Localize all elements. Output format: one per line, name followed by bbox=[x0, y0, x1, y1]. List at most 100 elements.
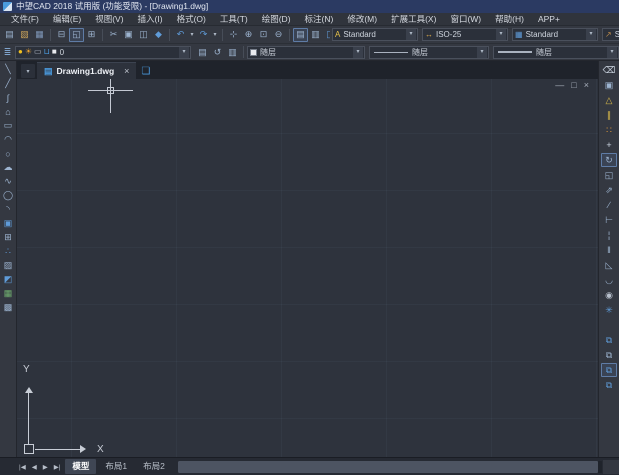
document-list-caret[interactable]: ▾ bbox=[21, 64, 35, 78]
divider[interactable] bbox=[222, 29, 223, 41]
undo-dropdown-caret[interactable]: ▾ bbox=[188, 28, 196, 42]
undo-icon[interactable]: ↶ bbox=[173, 28, 188, 42]
menu-window[interactable]: 窗口(W) bbox=[443, 13, 488, 25]
prev-layout-button[interactable]: ◀ bbox=[29, 463, 40, 471]
doc-close-button[interactable]: × bbox=[584, 80, 589, 91]
make-object-layer-current-icon[interactable]: ▤ bbox=[195, 45, 210, 59]
tab-close-icon[interactable]: × bbox=[124, 66, 129, 76]
draworder-send-under-icon[interactable]: ⧉ bbox=[601, 348, 617, 362]
zoom-window-icon[interactable]: ⊡ bbox=[256, 28, 271, 42]
copy-icon[interactable]: ▣ bbox=[601, 78, 617, 92]
quick-select-icon[interactable]: ▥ bbox=[308, 28, 323, 42]
copy-clip-icon[interactable]: ▣ bbox=[121, 28, 136, 42]
horizontal-scrollbar[interactable] bbox=[178, 461, 602, 473]
mtext-icon[interactable]: ▩ bbox=[1, 301, 15, 314]
dropdown-caret[interactable]: ▾ bbox=[586, 29, 596, 40]
first-layout-button[interactable]: |◀ bbox=[16, 463, 29, 471]
menu-draw[interactable]: 绘图(D) bbox=[255, 13, 298, 25]
erase-icon[interactable]: ⌫ bbox=[601, 63, 617, 77]
explode-icon[interactable]: ✳ bbox=[601, 303, 617, 317]
save-icon[interactable]: ▦ bbox=[32, 28, 47, 42]
layer-previous-icon[interactable]: ↺ bbox=[210, 45, 225, 59]
point-icon[interactable]: ∴ bbox=[1, 245, 15, 258]
layer-freeze-sun-icon[interactable]: ☀ bbox=[25, 47, 32, 57]
join-icon[interactable]: ◉ bbox=[601, 288, 617, 302]
mirror-icon[interactable]: △ bbox=[601, 93, 617, 107]
polygon-icon[interactable]: ⌂ bbox=[1, 105, 15, 118]
divider[interactable] bbox=[102, 29, 103, 41]
doc-restore-button[interactable]: □ bbox=[571, 80, 576, 91]
doc-tab-drawing1[interactable]: ▤ Drawing1.dwg × bbox=[37, 62, 136, 79]
menu-express-tools[interactable]: 扩展工具(X) bbox=[384, 13, 443, 25]
revision-cloud-icon[interactable]: ☁ bbox=[1, 161, 15, 174]
menu-file[interactable]: 文件(F) bbox=[4, 13, 46, 25]
layer-properties-palette-icon[interactable]: ▤ bbox=[293, 28, 308, 42]
text-style-select[interactable]: A Standard ▾ bbox=[332, 28, 418, 41]
layer-lock-icon[interactable]: ⊔ bbox=[44, 47, 50, 57]
layer-states-manager-icon[interactable]: ▥ bbox=[225, 45, 240, 59]
offset-icon[interactable]: ∥ bbox=[601, 108, 617, 122]
line-icon[interactable]: ╲ bbox=[1, 63, 15, 76]
color-dropdown-caret[interactable]: ▾ bbox=[353, 47, 363, 58]
redo-dropdown-caret[interactable]: ▾ bbox=[211, 28, 219, 42]
hatch-icon[interactable]: ▨ bbox=[1, 259, 15, 272]
gradient-icon[interactable]: ◩ bbox=[1, 273, 15, 286]
circle-icon[interactable]: ○ bbox=[1, 147, 15, 160]
rectangle-icon[interactable]: ▭ bbox=[1, 119, 15, 132]
arc-icon[interactable]: ◠ bbox=[1, 133, 15, 146]
dropdown-caret[interactable]: ▾ bbox=[496, 29, 506, 40]
tab-model[interactable]: 模型 bbox=[65, 459, 96, 474]
redo-icon[interactable]: ↷ bbox=[196, 28, 211, 42]
properties-palette-icon[interactable]: ◨ bbox=[323, 28, 330, 42]
menu-help[interactable]: 帮助(H) bbox=[488, 13, 531, 25]
layer-color-swatch[interactable]: ■ bbox=[52, 47, 57, 57]
cut-icon[interactable]: ✂ bbox=[106, 28, 121, 42]
plot-preview-icon[interactable]: ◱ bbox=[69, 28, 84, 42]
move-icon[interactable]: + bbox=[601, 138, 617, 152]
scrollbar-thumb[interactable] bbox=[178, 461, 598, 473]
menu-dimension[interactable]: 标注(N) bbox=[298, 13, 341, 25]
draworder-bring-to-front-icon[interactable]: ⧉ bbox=[601, 363, 617, 377]
table-icon[interactable]: ▦ bbox=[1, 287, 15, 300]
new-file-icon[interactable]: ▤ bbox=[2, 28, 17, 42]
table-style-select[interactable]: ▦ Standard ▾ bbox=[512, 28, 598, 41]
zoom-previous-icon[interactable]: ⊖ bbox=[271, 28, 286, 42]
linetype-dropdown-caret[interactable]: ▾ bbox=[477, 47, 487, 58]
linetype-select[interactable]: 随层 ▾ bbox=[369, 46, 489, 59]
trim-icon[interactable]: ∕ bbox=[601, 198, 617, 212]
menu-modify[interactable]: 修改(M) bbox=[340, 13, 384, 25]
tab-layout1[interactable]: 布局1 bbox=[98, 459, 134, 474]
tab-layout2[interactable]: 布局2 bbox=[136, 459, 172, 474]
draworder-send-to-back-icon[interactable]: ⧉ bbox=[601, 378, 617, 392]
layer-on-bulb-icon[interactable]: ● bbox=[18, 47, 23, 57]
zoom-realtime-icon[interactable]: ⊕ bbox=[241, 28, 256, 42]
doc-minimize-button[interactable]: — bbox=[555, 80, 564, 91]
lineweight-select[interactable]: 随层 ▾ bbox=[493, 46, 619, 59]
open-file-icon[interactable]: ▧ bbox=[17, 28, 32, 42]
mleader-style-select[interactable]: ↗ Standard ▾ bbox=[602, 28, 619, 41]
paste-icon[interactable]: ◫ bbox=[136, 28, 151, 42]
ellipse-icon[interactable]: ◯ bbox=[1, 189, 15, 202]
chamfer-icon[interactable]: ◺ bbox=[601, 258, 617, 272]
plot-icon[interactable]: ⊟ bbox=[54, 28, 69, 42]
make-block-icon[interactable]: ⊞ bbox=[1, 231, 15, 244]
dim-style-select[interactable]: ↔ ISO-25 ▾ bbox=[422, 28, 508, 41]
ellipse-arc-icon[interactable]: ◝ bbox=[1, 203, 15, 216]
menu-edit[interactable]: 编辑(E) bbox=[46, 13, 88, 25]
layer-plot-icon[interactable]: ▭ bbox=[34, 47, 42, 57]
menu-insert[interactable]: 插入(I) bbox=[131, 13, 170, 25]
new-drawing-icon[interactable]: ❏ bbox=[141, 66, 150, 77]
dropdown-caret[interactable]: ▾ bbox=[406, 29, 416, 40]
next-layout-button[interactable]: ▶ bbox=[40, 463, 51, 471]
rotate-icon[interactable]: ↻ bbox=[601, 153, 617, 167]
menu-format[interactable]: 格式(O) bbox=[170, 13, 213, 25]
layer-properties-manager-icon[interactable]: ≣ bbox=[0, 45, 15, 59]
spline-icon[interactable]: ∿ bbox=[1, 175, 15, 188]
drawing-canvas[interactable]: —□× Y X bbox=[17, 79, 598, 457]
array-icon[interactable]: ∷ bbox=[601, 123, 617, 137]
divider[interactable] bbox=[289, 29, 290, 41]
construction-line-icon[interactable]: ╱ bbox=[1, 77, 15, 90]
extend-icon[interactable]: ⊢ bbox=[601, 213, 617, 227]
divider[interactable] bbox=[169, 29, 170, 41]
gap[interactable] bbox=[601, 318, 617, 332]
